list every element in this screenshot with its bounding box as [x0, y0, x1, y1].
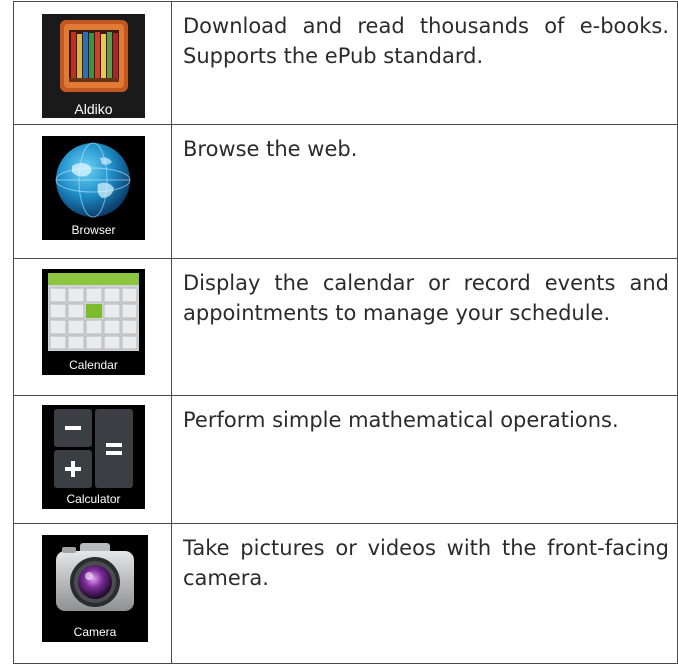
icon-cell: Browser: [13, 124, 172, 260]
app-tile-camera[interactable]: Camera: [42, 534, 148, 642]
icon-cell: Aldiko: [13, 0, 172, 126]
icon-cell: Calculator: [13, 394, 172, 524]
table-row: Calendar Display the calendar or record …: [13, 258, 678, 396]
app-description: Download and read thousands of e-books. …: [171, 0, 678, 126]
app-label: Calendar: [69, 358, 118, 373]
app-tile-calculator[interactable]: Calculator: [42, 404, 145, 509]
app-description: Perform simple mathematical operations.: [171, 394, 678, 524]
app-label: Aldiko: [74, 101, 113, 117]
icon-cell: Camera: [13, 522, 172, 665]
app-description: Browse the web.: [171, 124, 678, 260]
table-row: Aldiko Download and read thousands of e-…: [13, 0, 678, 126]
table-row: Calculator Perform simple mathematical o…: [13, 394, 678, 524]
app-label: Calculator: [66, 491, 121, 506]
table-row: Browser Browse the web.: [13, 124, 678, 260]
app-label: Camera: [73, 624, 117, 639]
apps-table: Aldiko Download and read thousands of e-…: [13, 0, 678, 665]
bookshelf-icon: [60, 20, 128, 92]
app-description: Display the calendar or record events an…: [171, 258, 678, 396]
app-tile-aldiko[interactable]: Aldiko: [42, 14, 145, 118]
app-label: Browser: [71, 223, 116, 238]
globe-icon: [55, 142, 131, 218]
icon-cell: Calendar: [13, 258, 172, 396]
app-tile-browser[interactable]: Browser: [42, 136, 145, 241]
camera-icon: [56, 542, 134, 611]
table-row: Camera Take pictures or videos with the …: [13, 522, 678, 665]
app-tile-calendar[interactable]: Calendar: [42, 269, 145, 376]
calendar-icon: [48, 273, 139, 352]
calculator-icon: [54, 408, 133, 488]
app-description: Take pictures or videos with the front-f…: [171, 522, 678, 665]
